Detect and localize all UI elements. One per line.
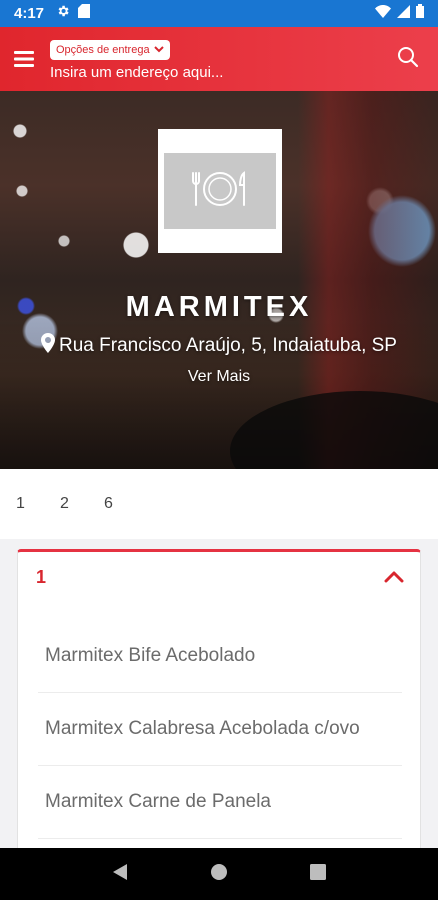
location-pin-icon: [41, 333, 55, 359]
restaurant-hero: MARMITEX Rua Francisco Araújo, 5, Indaia…: [0, 91, 438, 469]
status-bar: 4:17: [0, 0, 438, 27]
chevron-up-icon: [384, 571, 404, 583]
home-button[interactable]: [199, 854, 239, 894]
status-time: 4:17: [14, 5, 45, 22]
menu-section: 1 Marmitex Bife Acebolado Marmitex Calab…: [17, 549, 421, 849]
search-button[interactable]: [378, 27, 438, 91]
restaurant-name: MARMITEX: [125, 291, 313, 323]
plate-cutlery-icon: [188, 167, 252, 216]
see-more-link[interactable]: Ver Mais: [0, 368, 438, 386]
wifi-icon: [375, 4, 391, 23]
back-button[interactable]: [100, 854, 140, 894]
address-input[interactable]: [50, 63, 330, 81]
home-circle-icon: [210, 863, 228, 886]
search-icon: [397, 46, 419, 73]
category-tab[interactable]: 1: [16, 495, 60, 513]
section-title: 1: [36, 566, 47, 587]
section-items: Marmitex Bife Acebolado Marmitex Calabre…: [18, 602, 420, 839]
app-bar: Opções de entrega: [0, 27, 438, 91]
restaurant-logo: [158, 129, 282, 253]
signal-icon: [397, 4, 410, 23]
delivery-options-label: Opções de entrega: [56, 43, 150, 56]
category-tab[interactable]: 2: [60, 495, 104, 513]
category-nav: 1 2 6: [0, 469, 438, 539]
recents-button[interactable]: [298, 854, 338, 894]
menu-item[interactable]: Marmitex Calabresa Acebolada c/ovo: [38, 693, 402, 766]
gear-icon: [56, 4, 70, 23]
recents-square-icon: [310, 863, 327, 885]
section-header[interactable]: 1: [18, 552, 420, 602]
restaurant-address-text: Rua Francisco Araújo, 5, Indaiatuba, SP: [59, 335, 397, 356]
delivery-options-dropdown[interactable]: Opções de entrega: [50, 39, 170, 60]
category-tab[interactable]: 6: [104, 495, 148, 513]
menu-item[interactable]: Marmitex Bife Acebolado: [38, 620, 402, 693]
sd-card-icon: [78, 4, 91, 23]
back-triangle-icon: [112, 863, 128, 886]
address-area: Opções de entrega: [48, 38, 378, 81]
chevron-down-icon: [153, 46, 164, 53]
hamburger-menu-icon: [14, 51, 34, 67]
system-nav-bar: [0, 848, 438, 900]
restaurant-address: Rua Francisco Araújo, 5, Indaiatuba, SP: [0, 333, 438, 359]
battery-icon: [416, 4, 424, 23]
menu-button[interactable]: [0, 27, 48, 91]
menu-item[interactable]: Marmitex Carne de Panela: [38, 766, 402, 839]
